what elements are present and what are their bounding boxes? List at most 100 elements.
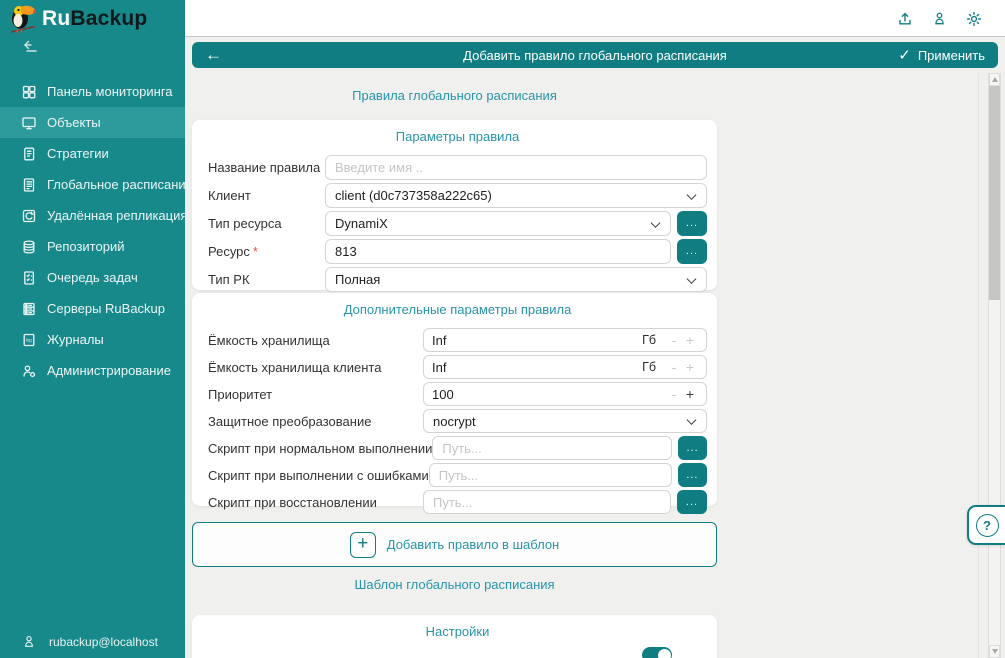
field-label: Ресурс*	[208, 244, 325, 259]
settings-card: Настройки	[192, 615, 717, 658]
sidebar-item-label: Глобальное расписание	[47, 177, 193, 192]
collapse-sidebar-icon[interactable]	[23, 40, 38, 55]
vertical-scrollbar[interactable]	[988, 73, 1001, 658]
script-normal-input[interactable]	[432, 436, 672, 460]
script-error-browse-button[interactable]: ...	[678, 463, 707, 487]
field-label: Название правила	[208, 160, 325, 175]
decrement-button[interactable]: -	[666, 386, 682, 402]
field-label: Ёмкость хранилища	[208, 333, 423, 348]
replication-icon	[21, 208, 37, 224]
priority-input[interactable]	[432, 387, 666, 402]
triangle-down-icon	[992, 649, 998, 654]
scroll-down-button[interactable]	[989, 645, 1000, 658]
sidebar-item-label: Удалённая репликация	[47, 208, 187, 223]
card-title: Параметры правила	[208, 129, 707, 144]
client-select[interactable]: client (d0c737358a222c65)	[325, 183, 707, 208]
sidebar-nav: Панель мониторинга Объекты Стратегии Гло…	[0, 76, 185, 386]
priority-stepper[interactable]: - +	[423, 382, 707, 406]
user-icon	[22, 634, 36, 649]
sidebar-item-repository[interactable]: Репозиторий	[0, 231, 185, 262]
page-title: Добавить правило глобального расписания	[192, 48, 998, 63]
selected-value: Полная	[335, 272, 380, 287]
toggle-knob	[658, 649, 671, 658]
resource-input[interactable]	[325, 239, 671, 264]
field-label: Защитное преобразование	[208, 414, 423, 429]
apply-button[interactable]: ✓ Применить	[898, 42, 985, 68]
script-restore-browse-button[interactable]: ...	[677, 490, 707, 514]
sidebar-item-monitoring-panel[interactable]: Панель мониторинга	[0, 76, 185, 107]
decrement-button[interactable]: -	[666, 359, 682, 375]
sidebar-item-label: Репозиторий	[47, 239, 124, 254]
rule-params-card: Параметры правила Название правила Клиен…	[192, 120, 717, 290]
sidebar-item-label: Стратегии	[47, 146, 109, 161]
apply-label: Применить	[918, 48, 985, 63]
form-row-script-restore: Скрипт при восстановлении ...	[208, 490, 707, 514]
svg-text:log: log	[26, 337, 33, 342]
scroll-up-button[interactable]	[989, 73, 1000, 86]
sidebar-item-journals[interactable]: log Журналы	[0, 324, 185, 355]
chevron-down-icon	[687, 274, 697, 284]
increment-button[interactable]: +	[682, 359, 698, 375]
sidebar-item-remote-replication[interactable]: Удалённая репликация	[0, 200, 185, 231]
admin-user-gear-icon	[21, 363, 37, 379]
upload-button[interactable]	[897, 11, 913, 27]
rubackup-logo: RuBackup	[8, 3, 147, 35]
client-storage-capacity-stepper[interactable]: Гб - +	[423, 355, 707, 379]
decrement-button[interactable]: -	[666, 332, 682, 348]
sidebar-item-label: Администрирование	[47, 363, 171, 378]
field-label: Скрипт при восстановлении	[208, 495, 423, 510]
storage-capacity-input[interactable]	[432, 333, 638, 348]
scrollbar-thumb[interactable]	[989, 86, 1000, 300]
profile-button[interactable]	[932, 11, 947, 26]
document-icon	[21, 146, 37, 162]
resource-type-select[interactable]: DynamiX	[325, 211, 671, 236]
sidebar-item-administration[interactable]: Администрирование	[0, 355, 185, 386]
sidebar-item-task-queue[interactable]: Очередь задач	[0, 262, 185, 293]
sidebar-item-strategies[interactable]: Стратегии	[0, 138, 185, 169]
field-label: Скрипт при выполнении с ошибками	[208, 468, 429, 483]
form-row-client-storage-capacity: Ёмкость хранилища клиента Гб - +	[208, 355, 707, 379]
chevron-down-icon	[687, 190, 697, 200]
current-user[interactable]: rubackup@localhost	[22, 634, 158, 649]
content-scroll-area: ← Добавить правило глобального расписани…	[185, 38, 1005, 658]
script-restore-input[interactable]	[423, 490, 671, 514]
form-row-client: Клиент client (d0c737358a222c65)	[208, 183, 707, 208]
resource-type-more-button[interactable]: ...	[677, 211, 707, 236]
chevron-down-icon	[687, 415, 697, 425]
settings-button[interactable]	[966, 11, 982, 27]
app-title: RuBackup	[42, 7, 147, 31]
schedule-document-icon	[21, 177, 37, 193]
client-storage-capacity-input[interactable]	[432, 360, 638, 375]
settings-toggle[interactable]	[642, 647, 672, 658]
question-icon: ?	[976, 514, 999, 537]
script-error-input[interactable]	[429, 463, 672, 487]
unit-label: Гб	[642, 333, 656, 347]
field-label: Скрипт при нормальном выполнении	[208, 441, 432, 456]
back-button[interactable]: ←	[205, 42, 222, 68]
checklist-icon	[21, 270, 37, 286]
form-row-script-normal: Скрипт при нормальном выполнении ...	[208, 436, 707, 460]
section-title-template: Шаблон глобального расписания	[192, 577, 717, 592]
form-header-bar: ← Добавить правило глобального расписани…	[192, 42, 998, 68]
card-title: Настройки	[208, 624, 707, 639]
field-label: Приоритет	[208, 387, 423, 402]
field-label: Тип ресурса	[208, 216, 325, 231]
increment-button[interactable]: +	[682, 386, 698, 402]
add-rule-label: Добавить правило в шаблон	[387, 537, 560, 552]
main-area: ← Добавить правило глобального расписани…	[185, 0, 1005, 658]
sidebar-item-global-schedule[interactable]: Глобальное расписание	[0, 169, 185, 200]
help-button[interactable]: ?	[967, 505, 1005, 545]
user-icon	[932, 11, 947, 26]
add-rule-to-template-button[interactable]: + Добавить правило в шаблон	[192, 522, 717, 567]
rule-name-input[interactable]	[325, 155, 707, 180]
storage-capacity-stepper[interactable]: Гб - +	[423, 328, 707, 352]
crypt-select[interactable]: nocrypt	[423, 409, 707, 433]
sidebar-item-rubackup-servers[interactable]: Серверы RuBackup	[0, 293, 185, 324]
sidebar-item-objects[interactable]: Объекты	[0, 107, 185, 138]
increment-button[interactable]: +	[682, 332, 698, 348]
resource-more-button[interactable]: ...	[677, 239, 707, 264]
backup-type-select[interactable]: Полная	[325, 267, 707, 292]
form-row-priority: Приоритет - +	[208, 382, 707, 406]
script-normal-browse-button[interactable]: ...	[678, 436, 707, 460]
selected-value: client (d0c737358a222c65)	[335, 188, 492, 203]
